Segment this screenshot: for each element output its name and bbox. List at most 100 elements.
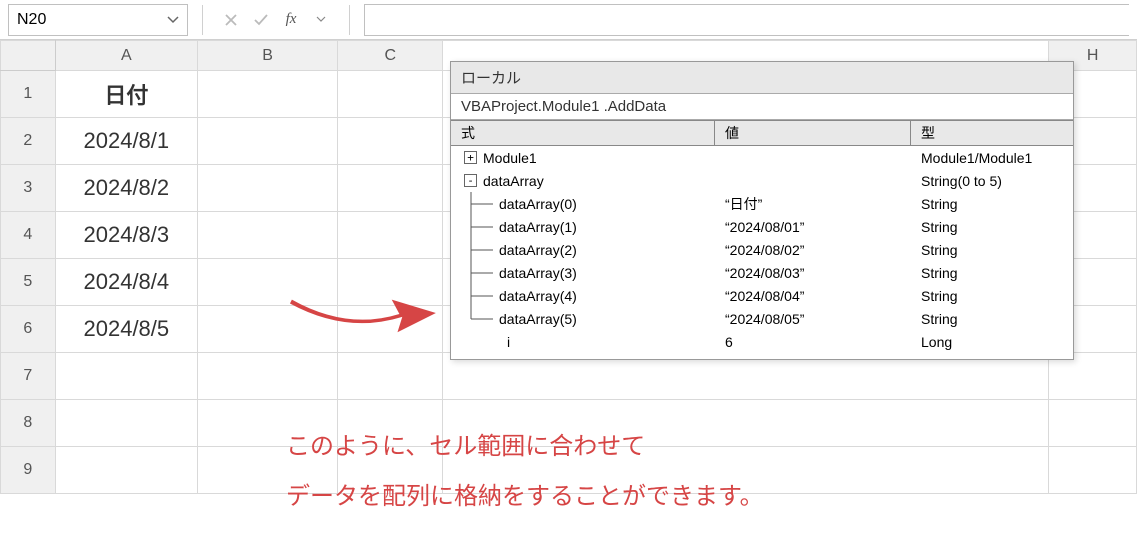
locals-header-expression[interactable]: 式 [451,121,715,145]
cell-A9[interactable] [55,447,197,494]
cell[interactable] [1049,400,1137,447]
row-header[interactable]: 9 [1,447,56,494]
locals-row[interactable]: dataArray(4)“2024/08/04”String [451,284,1073,307]
locals-expression-text: dataArray(2) [499,242,577,258]
annotation-line1: このように、セル範囲に合わせて [286,422,764,472]
locals-expression-text: dataArray(1) [499,219,577,235]
locals-expression: dataArray(3) [451,261,715,284]
cell-A6[interactable]: 2024/8/5 [55,306,197,353]
locals-type: String [911,242,1073,258]
divider [202,5,203,35]
locals-type: String [911,219,1073,235]
column-header-A[interactable]: A [55,41,197,71]
cell[interactable] [338,212,443,259]
column-header-C[interactable]: C [338,41,443,71]
locals-title: ローカル [451,62,1073,94]
tree-branch-icon [461,261,499,284]
tree-branch-icon [461,238,499,261]
locals-expression: dataArray(2) [451,238,715,261]
cell-A8[interactable] [55,400,197,447]
cell-A7[interactable] [55,353,197,400]
locals-expression-text: dataArray(5) [499,311,577,327]
name-box[interactable]: N20 [8,4,188,36]
locals-row[interactable]: + Module1 Module1/Module1 [451,146,1073,169]
formula-input[interactable] [364,4,1129,36]
locals-expression: dataArray(5) [451,307,715,330]
accept-icon[interactable] [253,12,269,28]
locals-row[interactable]: dataArray(0) “日付”String [451,192,1073,215]
tree-branch-icon [461,284,499,307]
expand-icon[interactable]: + [464,151,477,164]
cell-A2[interactable]: 2024/8/1 [55,118,197,165]
locals-expression: dataArray(1) [451,215,715,238]
locals-type: String [911,311,1073,327]
locals-header-type[interactable]: 型 [911,121,1073,145]
locals-expression-text: Module1 [483,150,537,166]
locals-expression-text: dataArray(3) [499,265,577,281]
cell[interactable] [1049,447,1137,494]
locals-type: String [911,196,1073,212]
locals-value: “2024/08/01” [715,219,911,235]
cell[interactable] [197,165,337,212]
tree-branch-icon [461,192,499,215]
locals-row[interactable]: dataArray(3) “2024/08/03”String [451,261,1073,284]
row-header[interactable]: 7 [1,353,56,400]
locals-type: String [911,265,1073,281]
row-header[interactable]: 1 [1,71,56,118]
annotation-arrow [282,290,440,338]
locals-expression: dataArray(0) [451,192,715,215]
locals-header-value[interactable]: 値 [715,121,911,145]
cancel-icon[interactable] [223,12,239,28]
name-box-value: N20 [17,11,46,29]
locals-expression: -dataArray [451,173,715,189]
formula-dropdown-icon[interactable] [313,12,329,28]
cell[interactable] [338,353,443,400]
row-header[interactable]: 8 [1,400,56,447]
locals-row[interactable]: dataArray(2)“2024/08/02”String [451,238,1073,261]
cell-A3[interactable]: 2024/8/2 [55,165,197,212]
locals-value: “2024/08/04” [715,288,911,304]
cell[interactable] [197,71,337,118]
name-box-dropdown-icon[interactable] [167,11,179,29]
row-header[interactable]: 2 [1,118,56,165]
locals-row[interactable]: dataArray(1) “2024/08/01”String [451,215,1073,238]
locals-expression: dataArray(4) [451,284,715,307]
locals-body: + Module1 Module1/Module1 -dataArray String(… [451,146,1073,359]
collapse-icon[interactable]: - [464,174,477,187]
row-header[interactable]: 4 [1,212,56,259]
locals-type: String(0 to 5) [911,173,1073,189]
cell[interactable] [197,118,337,165]
locals-value: “日付” [715,194,911,214]
cell-A1[interactable]: 日付 [55,71,197,118]
locals-type: Long [911,334,1073,350]
locals-row[interactable]: dataArray(5) “2024/08/05”String [451,307,1073,330]
row-header[interactable]: 6 [1,306,56,353]
formula-bar: N20 fx [0,0,1137,40]
locals-header-row: 式 値 型 [451,120,1073,146]
locals-value: “2024/08/05” [715,311,911,327]
locals-expression: + Module1 [451,150,715,166]
locals-expression-text: i [507,334,510,350]
cell-A5[interactable]: 2024/8/4 [55,259,197,306]
row-header[interactable]: 3 [1,165,56,212]
locals-row[interactable]: i6Long [451,330,1073,353]
locals-value: “2024/08/03” [715,265,911,281]
column-header-B[interactable]: B [197,41,337,71]
formula-bar-buttons: fx [217,12,335,28]
cell-A4[interactable]: 2024/8/3 [55,212,197,259]
locals-type: Module1/Module1 [911,150,1073,166]
locals-type: String [911,288,1073,304]
fx-icon[interactable]: fx [283,12,299,28]
tree-branch-icon [461,307,499,330]
cell[interactable] [338,165,443,212]
cell[interactable] [197,353,337,400]
locals-row[interactable]: -dataArray String(0 to 5) [451,169,1073,192]
tree-branch-icon [461,215,499,238]
select-all-corner[interactable] [1,41,56,71]
cell[interactable] [338,71,443,118]
row-header[interactable]: 5 [1,259,56,306]
cell[interactable] [197,212,337,259]
cell[interactable] [338,118,443,165]
locals-expression: i [451,334,715,350]
locals-expression-text: dataArray(0) [499,196,577,212]
